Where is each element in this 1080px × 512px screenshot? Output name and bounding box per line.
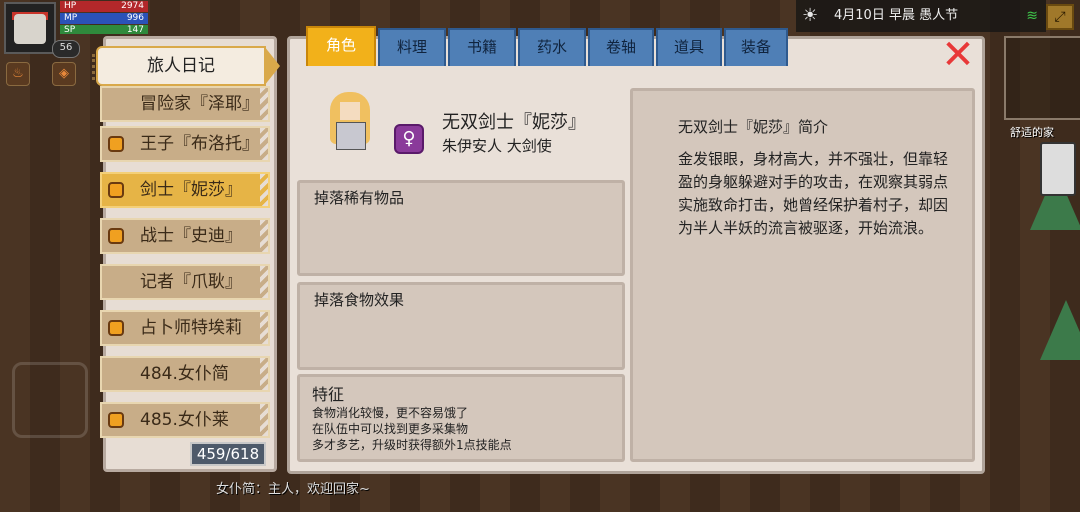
time-of-day: 早晨 <box>888 8 915 23</box>
location-label: 舒适的家 <box>1010 126 1054 139</box>
phone-icon[interactable] <box>1040 142 1076 196</box>
notebook-spiral <box>92 54 109 80</box>
journal-item[interactable]: 485.女仆莱 <box>100 402 270 438</box>
tab-2[interactable]: 书籍 <box>448 28 516 66</box>
character-name: 无双剑士『妮莎』 <box>442 112 586 133</box>
trait-line: 食物消化较慢，更不容易饿了 <box>312 406 469 420</box>
journal-item[interactable]: 冒险家『泽耶』 <box>100 86 270 122</box>
sp-bar: SP 147 <box>60 25 148 35</box>
tab-0[interactable]: 角色 <box>306 26 376 66</box>
journal-item[interactable]: 剑士『妮莎』 <box>100 172 270 208</box>
journal-item-label: 冒险家『泽耶』 <box>140 94 259 114</box>
pine-tree <box>1040 300 1080 360</box>
status-buff-icon[interactable]: ◈ <box>52 62 76 86</box>
journal-item-label: 战士『史迪』 <box>140 226 242 246</box>
holiday-text: 愚人节 <box>919 8 959 23</box>
journal-item-label: 王子『布洛托』 <box>140 134 259 154</box>
journal-item-label: 484.女仆简 <box>140 364 229 384</box>
journal-counter: 459/618 <box>190 442 266 466</box>
journal-item[interactable]: 战士『史迪』 <box>100 218 270 254</box>
journal-item[interactable]: 记者『爪耿』 <box>100 264 270 300</box>
journal-item-label: 占卜师特埃莉 <box>140 318 242 338</box>
trait-line: 多才多艺，升级时获得额外1点技能点 <box>312 438 512 452</box>
player-level: 56 <box>52 40 80 58</box>
torn-edge <box>260 88 268 120</box>
traits-label: 特征 <box>312 385 345 404</box>
mp-bar: MP 996 <box>60 13 148 24</box>
tab-1[interactable]: 料理 <box>378 28 446 66</box>
avatar-face <box>14 14 46 44</box>
minimap[interactable] <box>1004 36 1080 120</box>
expand-map-button[interactable]: ⤢ <box>1046 4 1074 30</box>
wifi-icon: ≋ <box>1026 8 1038 24</box>
coin-icon <box>108 182 124 198</box>
tab-4[interactable]: 卷轴 <box>588 28 654 66</box>
food-effect-box: 掉落食物效果 <box>297 282 625 370</box>
journal-item-label: 剑士『妮莎』 <box>140 180 242 200</box>
coin-icon <box>108 412 124 428</box>
tab-5[interactable]: 道具 <box>656 28 722 66</box>
title-arrow-icon <box>264 46 280 86</box>
dpad-control[interactable] <box>12 362 88 438</box>
journal-item[interactable]: 王子『布洛托』 <box>100 126 270 162</box>
torn-edge <box>260 128 268 160</box>
sun-icon: ☀ <box>802 5 819 26</box>
torn-edge <box>260 266 268 298</box>
rare-drops-label: 掉落稀有物品 <box>314 189 405 207</box>
journal-item[interactable]: 484.女仆简 <box>100 356 270 392</box>
coin-icon <box>108 136 124 152</box>
chat-message: 女仆简：主人，欢迎回家~ <box>216 482 370 497</box>
close-button[interactable]: ✕ <box>940 35 976 75</box>
female-icon: ♀ <box>394 124 424 154</box>
journal-item[interactable]: 占卜师特埃莉 <box>100 310 270 346</box>
hp-bar: HP 2974 <box>60 1 148 12</box>
torn-edge <box>260 220 268 252</box>
journal-item-label: 记者『爪耿』 <box>140 272 242 292</box>
tab-6[interactable]: 装备 <box>724 28 788 66</box>
coin-icon <box>108 228 124 244</box>
intro-title: 无双剑士『妮莎』简介 <box>678 118 829 136</box>
fire-buff-icon[interactable]: ♨ <box>6 62 30 86</box>
intro-text: 金发银眼，身材高大，并不强壮，但靠轻盈的身躯躲避对手的攻击，在观察其弱点实施致命… <box>678 150 949 237</box>
rare-drops-box: 掉落稀有物品 <box>297 180 625 276</box>
coin-icon <box>108 320 124 336</box>
tab-3[interactable]: 药水 <box>518 28 586 66</box>
journal-item-label: 485.女仆莱 <box>140 410 229 430</box>
character-sprite <box>324 92 376 156</box>
trait-line: 在队伍中可以找到更多采集物 <box>312 422 469 436</box>
status-bar: ☀ 4月10日 早晨 愚人节 ≋ <box>796 0 1046 32</box>
torn-edge <box>260 358 268 390</box>
food-effect-label: 掉落食物效果 <box>314 291 405 309</box>
torn-edge <box>260 174 268 206</box>
torn-edge <box>260 404 268 436</box>
player-avatar[interactable] <box>4 2 56 54</box>
journal-title: 旅人日记 <box>92 46 280 86</box>
torn-edge <box>260 312 268 344</box>
date-text: 4月10日 <box>834 8 885 23</box>
intro-box <box>630 88 975 462</box>
character-subtitle: 朱伊安人 大剑使 <box>442 137 552 155</box>
